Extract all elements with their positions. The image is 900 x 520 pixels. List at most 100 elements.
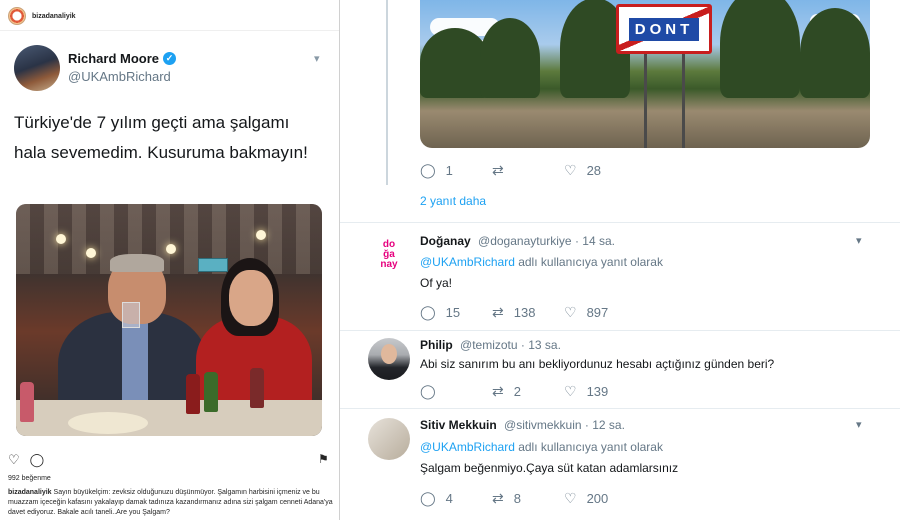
reply-header: Philip @temizotu · 13 sa. (420, 338, 561, 352)
photo-table (16, 400, 322, 436)
reply-text: Şalgam beğenmiyo.Çaya süt katan adamlars… (420, 461, 679, 475)
author-handle[interactable]: @UKAmbRichard (68, 69, 171, 84)
retweet-icon: ⇄ (492, 304, 504, 320)
sign-pole (682, 54, 685, 148)
chevron-down-icon[interactable]: ▾ (856, 234, 862, 247)
photo-man-hair (110, 254, 164, 272)
photo-sign (198, 258, 228, 272)
reply-author-handle[interactable]: @sitivmekkuin (504, 418, 582, 432)
reply-author-name[interactable]: Sitiv Mekkuin (420, 418, 497, 432)
retweet-count: 2 (513, 384, 521, 399)
thread-line (386, 0, 388, 185)
sign-pole (644, 54, 647, 148)
reply-actions: ◯ ⇄ 2 ♡ 139 (420, 383, 636, 400)
heart-icon: ♡ (564, 383, 577, 399)
like-action[interactable]: ♡ 200 (564, 490, 636, 507)
like-action[interactable]: ♡ 28 (564, 162, 636, 179)
retweet-action[interactable]: ⇄ 2 (492, 383, 564, 400)
like-count: 897 (586, 305, 609, 320)
author-name-row: Richard Moore ✓ (68, 51, 177, 66)
photo-bottle (186, 374, 200, 414)
photo-glass (122, 302, 140, 328)
doganay-avatar[interactable]: do ğa nay (368, 234, 410, 276)
avatar-face (381, 344, 397, 364)
photo-lamp (166, 244, 176, 254)
like-count: 28 (586, 163, 602, 178)
tweet-image-sign[interactable]: DONT (420, 0, 870, 148)
retweet-count: 138 (513, 305, 536, 320)
instagram-avatar[interactable] (8, 7, 26, 25)
more-replies-link[interactable]: 2 yanıt daha (420, 194, 486, 208)
reply-time[interactable]: · 13 sa. (521, 338, 561, 352)
reply-author-name[interactable]: Doğanay (420, 234, 471, 248)
author-name[interactable]: Richard Moore (68, 51, 159, 66)
reply-icon: ◯ (420, 304, 436, 320)
reply-tweet[interactable]: Sitiv Mekkuin @sitivmekkuin · 12 sa. ▾ @… (340, 408, 900, 520)
replying-to: @UKAmbRichard adlı kullanıcıya yanıt ola… (420, 255, 663, 269)
reply-actions: ◯ 15 ⇄ 138 ♡ 897 (420, 304, 636, 321)
replying-to-suffix: adlı kullanıcıya yanıt olarak (514, 255, 663, 269)
twitter-thread: DONT ◯ 1 ⇄ ♡ 28 2 yanıt daha do ğa nay Doğ… (340, 0, 900, 520)
restaurant-photo[interactable] (16, 204, 322, 436)
reply-tweet[interactable]: Philip @temizotu · 13 sa. Abi siz sanırı… (340, 330, 900, 408)
replying-to: @UKAmbRichard adlı kullanıcıya yanıt ola… (420, 440, 663, 454)
chevron-down-icon[interactable]: ▾ (856, 418, 862, 431)
reply-text: Of ya! (420, 276, 453, 290)
reply-count: 15 (445, 305, 461, 320)
reply-header: Doğanay @doganayturkiye · 14 sa. (420, 234, 615, 248)
instagram-username[interactable]: bizadanaliyik (32, 13, 76, 20)
heart-icon[interactable]: ♡ (8, 452, 20, 468)
author-avatar[interactable] (14, 45, 60, 91)
caption-text: Sayın büyükelçim: zevksiz olduğunuzu düş… (8, 489, 333, 516)
sitiv-avatar[interactable] (368, 418, 410, 460)
photo-bottle (204, 372, 218, 412)
like-count: 200 (586, 491, 609, 506)
retweet-action[interactable]: ⇄ (492, 162, 564, 179)
chevron-down-icon[interactable]: ▾ (314, 52, 320, 65)
bookmark-icon[interactable]: ⚑ (318, 452, 329, 466)
reply-actions: ◯ 4 ⇄ 8 ♡ 200 (420, 490, 636, 507)
divider (0, 30, 339, 31)
reply-time[interactable]: · 14 sa. (575, 234, 615, 248)
retweet-action[interactable]: ⇄ 8 (492, 490, 564, 507)
reply-action[interactable]: ◯ 15 (420, 304, 492, 321)
road-sign-text: DONT (628, 17, 700, 41)
reply-time[interactable]: · 12 sa. (585, 418, 625, 432)
retweet-action[interactable]: ⇄ 138 (492, 304, 564, 321)
comment-icon[interactable]: ◯ (30, 452, 45, 468)
photo-lamp (86, 248, 96, 258)
photo-plate (68, 412, 148, 434)
reply-action[interactable]: ◯ (420, 383, 492, 400)
retweet-icon: ⇄ (492, 383, 504, 399)
photo-man-shirt (122, 314, 148, 414)
like-action[interactable]: ♡ 897 (564, 304, 636, 321)
tweet-text: Türkiye'de 7 yılım geçti ama şalgamı hal… (14, 113, 308, 162)
instagram-post: bizadanaliyik Richard Moore ✓ @UKAmbRich… (0, 0, 340, 520)
reply-icon: ◯ (420, 162, 436, 178)
heart-icon: ♡ (564, 304, 577, 320)
retweet-count: 8 (513, 491, 521, 506)
reply-author-handle[interactable]: @temizotu (460, 338, 518, 352)
replying-to-suffix: adlı kullanıcıya yanıt olarak (514, 440, 663, 454)
like-count: 139 (586, 384, 609, 399)
like-action[interactable]: ♡ 139 (564, 383, 636, 400)
caption-username[interactable]: bizadanaliyik (8, 489, 52, 496)
instagram-actions: ♡ ◯ (8, 452, 44, 468)
reply-author-name[interactable]: Philip (420, 338, 453, 352)
reply-action[interactable]: ◯ 1 (420, 162, 492, 179)
reply-author-handle[interactable]: @doganayturkiye (478, 234, 572, 248)
photo-lamp (256, 230, 266, 240)
philip-avatar[interactable] (368, 338, 410, 380)
heart-icon: ♡ (564, 490, 577, 506)
instagram-caption: bizadanaliyik Sayın büyükelçim: zevksiz … (8, 488, 334, 518)
image-tree (720, 0, 800, 98)
avatar-text: nay (380, 259, 398, 270)
reply-tweet[interactable]: do ğa nay Doğanay @doganayturkiye · 14 s… (340, 222, 900, 330)
replying-to-link[interactable]: @UKAmbRichard (420, 440, 515, 454)
reply-action[interactable]: ◯ 4 (420, 490, 492, 507)
replying-to-link[interactable]: @UKAmbRichard (420, 255, 515, 269)
like-count[interactable]: 992 beğenme (8, 475, 51, 482)
reply-count: 1 (445, 163, 453, 178)
reply-text: Abi siz sanırım bu anı bekliyordunuz hes… (420, 357, 775, 371)
image-tree (480, 18, 540, 98)
